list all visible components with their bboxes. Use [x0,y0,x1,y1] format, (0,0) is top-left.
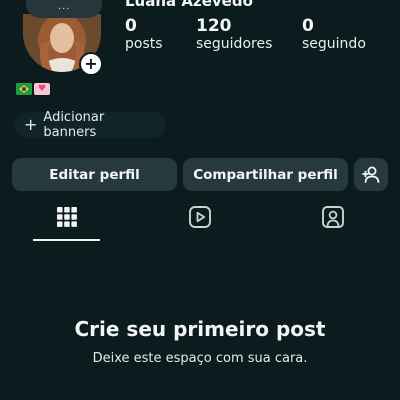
empty-state-subtitle: Deixe este espaço com sua cara. [92,351,308,366]
add-person-icon [362,166,380,183]
stat-posts[interactable]: 0 posts [125,16,163,52]
discover-people-button[interactable] [354,158,388,191]
stat-following[interactable]: 0 seguindo [302,16,366,52]
edit-profile-label: Editar perfil [49,166,140,183]
note-dots: ... [58,1,71,12]
tagged-icon [322,206,344,228]
tab-posts-grid[interactable] [54,204,80,230]
stat-followers-value: 120 [196,16,232,36]
stat-followers[interactable]: 120 seguidores [196,16,272,52]
stat-following-value: 0 [302,16,314,36]
stat-followers-label: seguidores [196,36,273,52]
plus-icon: + [24,115,38,134]
brazil-flag-icon [16,83,32,95]
grid-icon [57,207,77,227]
profile-name: Luana Azevedo [125,0,253,10]
heart-icon: ♥ [34,83,50,95]
reels-icon [189,206,211,228]
share-profile-label: Compartilhar perfil [193,166,338,183]
stat-following-label: seguindo [302,36,366,52]
stat-posts-label: posts [125,36,163,52]
bio: ♥ [16,83,50,95]
tab-tagged[interactable] [320,204,346,230]
empty-state-title: Crie seu primeiro post [74,317,326,341]
active-tab-indicator [33,239,100,241]
edit-profile-button[interactable]: Editar perfil [12,158,177,191]
add-banners-button[interactable]: + Adicionar banners [14,110,166,140]
tab-reels[interactable] [187,204,213,230]
add-banners-label: Adicionar banners [43,110,105,140]
add-story-plus-icon[interactable]: + [79,52,103,76]
share-profile-button[interactable]: Compartilhar perfil [183,158,348,191]
stat-posts-value: 0 [125,16,137,36]
